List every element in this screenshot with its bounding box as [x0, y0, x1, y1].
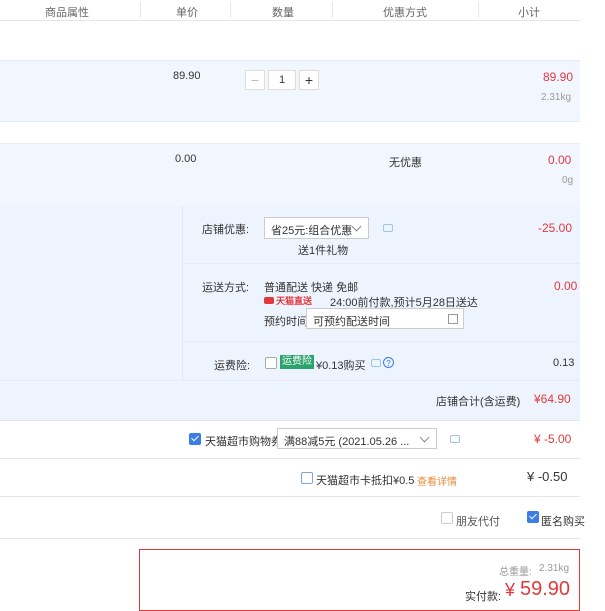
tmall-direct-badge: 天猫直送: [264, 294, 312, 307]
header-attr: 商品属性: [45, 7, 89, 19]
promo-select[interactable]: 省25元:组合优惠: [264, 217, 369, 239]
qty-plus-button[interactable]: +: [299, 70, 319, 90]
ins-checkbox[interactable]: [265, 357, 277, 369]
table-header: 商品属性 单价 数量 优惠方式 小计: [0, 0, 580, 21]
anonymous-label: 匿名购买: [541, 516, 585, 528]
ins-tag: 运费险: [280, 355, 314, 369]
chevron-down-icon: [419, 432, 430, 443]
item2-discount: 无优惠: [389, 157, 422, 169]
comment-icon[interactable]: [450, 435, 460, 443]
anonymous-checkbox[interactable]: [527, 511, 539, 523]
pay-currency: ¥: [505, 580, 516, 600]
total-weight-value: 2.31kg: [539, 563, 570, 574]
card-detail-link[interactable]: 查看详情: [417, 473, 457, 488]
header-price: 单价: [176, 7, 198, 19]
ship-method: 普通配送 快递 免邮: [264, 282, 359, 294]
header-discount: 优惠方式: [383, 7, 427, 19]
item1-weight: 2.31kg: [541, 92, 572, 103]
item2-weight: 0g: [562, 175, 574, 186]
shop-total-value: ¥64.90: [534, 392, 571, 406]
promo-select-value: 省25元:组合优惠: [271, 225, 353, 237]
friend-pay-label: 朋友代付: [456, 516, 500, 528]
item2-subtotal: 0.00: [548, 153, 572, 167]
promo-gift: 送1件礼物: [298, 245, 349, 257]
promo-label: 店铺优惠:: [202, 224, 250, 236]
appt-placeholder: 可预约配送时间: [313, 316, 390, 328]
shop-total-label: 店铺合计(含运费): [436, 396, 521, 408]
comment-icon[interactable]: [383, 224, 393, 232]
comment-icon[interactable]: [371, 359, 381, 367]
header-qty: 数量: [272, 7, 294, 19]
header-subtotal: 小计: [518, 7, 540, 19]
card-checkbox[interactable]: [301, 472, 313, 484]
item1-price: 89.90: [173, 70, 201, 82]
ship-label: 运送方式:: [202, 282, 250, 294]
qty-minus-button[interactable]: −: [245, 70, 265, 90]
pay-label: 实付款:: [465, 591, 502, 603]
ship-amount: 0.00: [554, 279, 578, 293]
calendar-icon: [448, 314, 458, 324]
ins-label: 运费险:: [214, 360, 251, 372]
item2-price: 0.00: [175, 153, 197, 165]
coupon-select[interactable]: 满88减5元 (2021.05.26 ...: [277, 428, 437, 449]
appt-time-input[interactable]: 可预约配送时间: [306, 308, 464, 329]
tmall-cat-icon: [264, 297, 274, 304]
ins-amount: 0.13: [553, 357, 575, 369]
qty-input[interactable]: 1: [268, 70, 296, 90]
promo-amount: -25.00: [538, 221, 573, 235]
coupon-select-value: 满88减5元 (2021.05.26 ...: [284, 436, 410, 448]
card-label: 天猫超市卡抵扣¥0.5: [316, 475, 415, 487]
card-amount: ¥ -0.50: [527, 469, 568, 484]
appt-label: 预约时间: [264, 316, 308, 328]
coupon-amount: ¥ -5.00: [534, 432, 572, 446]
total-weight-label: 总重量:: [499, 567, 532, 578]
chevron-down-icon: [351, 221, 362, 232]
pay-value: 59.90: [520, 578, 571, 600]
help-icon[interactable]: ?: [383, 357, 394, 368]
coupon-label: 天猫超市购物券: [205, 436, 282, 448]
friend-pay-checkbox[interactable]: [441, 512, 453, 524]
item1-subtotal: 89.90: [543, 70, 574, 84]
ins-price: ¥0.13购买: [316, 360, 366, 372]
coupon-checkbox[interactable]: [189, 433, 201, 445]
item-row-2: [0, 143, 580, 206]
